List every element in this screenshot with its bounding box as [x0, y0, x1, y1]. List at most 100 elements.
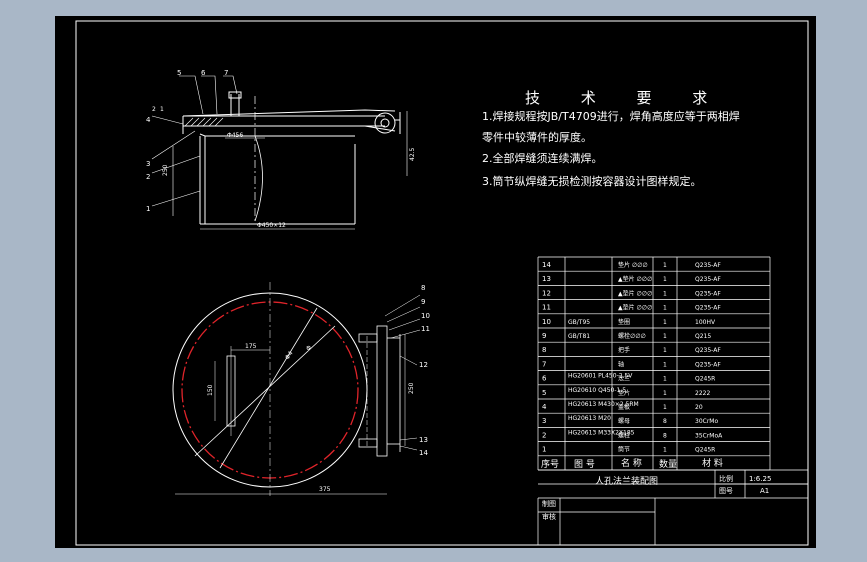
- bom-cell-no: 9: [542, 332, 546, 340]
- bom-cell-qty: 8: [663, 418, 667, 425]
- bom-cell-material: 100HV: [695, 319, 716, 326]
- bom-cell-no: 3: [542, 417, 546, 425]
- bom-cell-name: 法兰: [618, 375, 630, 383]
- bom-cell-code: GB/T95: [568, 319, 590, 326]
- callout-1: 1: [146, 205, 150, 213]
- cad-drawing: 5 6 7 4 3 2 1 2 1 250 Φ456 Φ450×12 42.5 …: [55, 16, 816, 548]
- dim-stack-a: 2: [152, 106, 156, 113]
- bom-cell-no: 8: [542, 346, 546, 354]
- callout-5: 5: [177, 69, 181, 77]
- dim-right-plan: 250: [408, 382, 415, 394]
- bom-cell-qty: 1: [663, 290, 667, 297]
- bom-cell-name: 轴: [618, 360, 624, 368]
- bom-cell-name: 螺栓∅∅∅: [618, 332, 646, 340]
- tech-title: 技 术 要 求: [525, 89, 725, 107]
- bom-cell-material: Q235-AF: [695, 361, 721, 368]
- callout-9: 9: [421, 298, 425, 306]
- bom-cell-name: ▲垫片 ∅∅∅: [618, 289, 652, 297]
- callout-8: 8: [421, 284, 425, 292]
- dim-height: 250: [162, 164, 169, 176]
- bom-cell-qty: 1: [663, 376, 667, 383]
- bom-cell-no: 1: [542, 446, 546, 454]
- dim-stack-b: 1: [160, 106, 164, 113]
- bom-cell-qty: 1: [663, 333, 667, 340]
- bom-cell-qty: 1: [663, 390, 667, 397]
- bom-cell-no: 14: [542, 261, 551, 269]
- bom-cell-name: 垫片: [618, 389, 630, 397]
- bom-cell-material: 30CrMo: [695, 418, 718, 425]
- bom-cell-name: ▲垫片 ∅∅∅: [618, 275, 652, 283]
- bom-cell-material: Q235-AF: [695, 290, 721, 297]
- callout-13: 13: [419, 436, 428, 444]
- bom-cell-no: 6: [542, 375, 547, 383]
- bom-cell-name: 螺柱: [618, 431, 630, 439]
- dim-right: 42.5: [409, 147, 416, 161]
- bom-cell-qty: 1: [663, 276, 667, 283]
- callout-11: 11: [421, 325, 430, 333]
- drawing-viewport[interactable]: 5 6 7 4 3 2 1 2 1 250 Φ456 Φ450×12 42.5 …: [55, 16, 816, 548]
- bom-cell-no: 4: [542, 403, 547, 411]
- bom-cell-name: 垫片 ∅∅∅: [618, 261, 648, 269]
- bom-cell-no: 12: [542, 289, 551, 297]
- dim-left: 150: [207, 384, 214, 396]
- callout-10: 10: [421, 312, 430, 320]
- bom-cell-code: HG20613 M20: [568, 415, 611, 422]
- req-line-1a: 1.焊接规程按JB/T4709进行，焊角高度应等于两相焊: [482, 109, 740, 123]
- bom-head-code: 图 号: [574, 459, 595, 470]
- dim-bottom: 375: [319, 486, 331, 493]
- bom-cell-name: 盖板: [618, 403, 630, 411]
- dim-bolt-dia: Φ456: [227, 132, 243, 139]
- bom-cell-no: 11: [542, 304, 551, 312]
- bom-head-qty: 数量: [659, 458, 677, 470]
- sheet-value: A1: [760, 487, 769, 495]
- bom-cell-qty: 1: [663, 347, 667, 354]
- req-line-3: 3.筒节纵焊缝无损检测按容器设计图样规定。: [482, 174, 702, 188]
- dim-width: Φ450×12: [257, 222, 286, 229]
- bom-cell-no: 7: [542, 360, 546, 368]
- bom-cell-material: 35CrMoA: [695, 432, 723, 439]
- bom-cell-qty: 1: [663, 404, 667, 411]
- callout-14: 14: [419, 449, 428, 457]
- bom-cell-name: 垫圈: [618, 318, 630, 326]
- bom-cell-material: Q235-AF: [695, 305, 721, 312]
- bom-head-name: 名 称: [621, 457, 642, 469]
- bom-cell-name: 螺母: [618, 417, 630, 425]
- bom-cell-qty: 1: [663, 361, 667, 368]
- req-line-1b: 零件中较薄件的厚度。: [482, 130, 592, 144]
- callout-12: 12: [419, 361, 428, 369]
- drawing-title: 人孔法兰装配图: [595, 475, 658, 487]
- dim-top: 175: [245, 343, 257, 350]
- bom-cell-material: 20: [695, 404, 703, 411]
- bom-cell-qty: 8: [663, 432, 667, 439]
- bom-cell-no: 10: [542, 318, 551, 326]
- bom-cell-name: 把手: [618, 346, 630, 354]
- bom-cell-material: Q235-AF: [695, 347, 721, 354]
- callout-2: 2: [146, 173, 150, 181]
- bom-cell-material: 2222: [695, 390, 710, 397]
- bom-cell-name: ▲垫片 ∅∅∅: [618, 304, 652, 312]
- sheet-label: 图号: [719, 487, 733, 495]
- bom-cell-material: Q215: [695, 333, 711, 340]
- bom-cell-no: 13: [542, 275, 551, 283]
- bom-cell-material: Q235-AF: [695, 262, 721, 269]
- bom-cell-qty: 1: [663, 447, 667, 454]
- callout-6: 6: [201, 69, 206, 77]
- bom-cell-name: 筒节: [618, 446, 630, 454]
- bom-head-no: 序号: [541, 458, 559, 470]
- scale-label: 比例: [719, 474, 733, 483]
- callout-7: 7: [224, 69, 228, 77]
- bom-cell-code: GB/T81: [568, 333, 590, 340]
- bom-cell-qty: 1: [663, 319, 667, 326]
- checked-label: 审核: [542, 512, 556, 521]
- bom-cell-no: 2: [542, 431, 546, 439]
- scale-value: 1:6.25: [749, 475, 771, 483]
- bom-cell-material: Q235-AF: [695, 276, 721, 283]
- callout-4: 4: [146, 116, 151, 124]
- bom-head-material: 材 料: [702, 457, 723, 469]
- drawn-label: 制图: [542, 499, 556, 508]
- callout-3: 3: [146, 160, 150, 168]
- bom-cell-no: 5: [542, 389, 546, 397]
- bom-cell-material: Q245R: [695, 376, 715, 383]
- bom-cell-qty: 1: [663, 305, 667, 312]
- bom-cell-qty: 1: [663, 262, 667, 269]
